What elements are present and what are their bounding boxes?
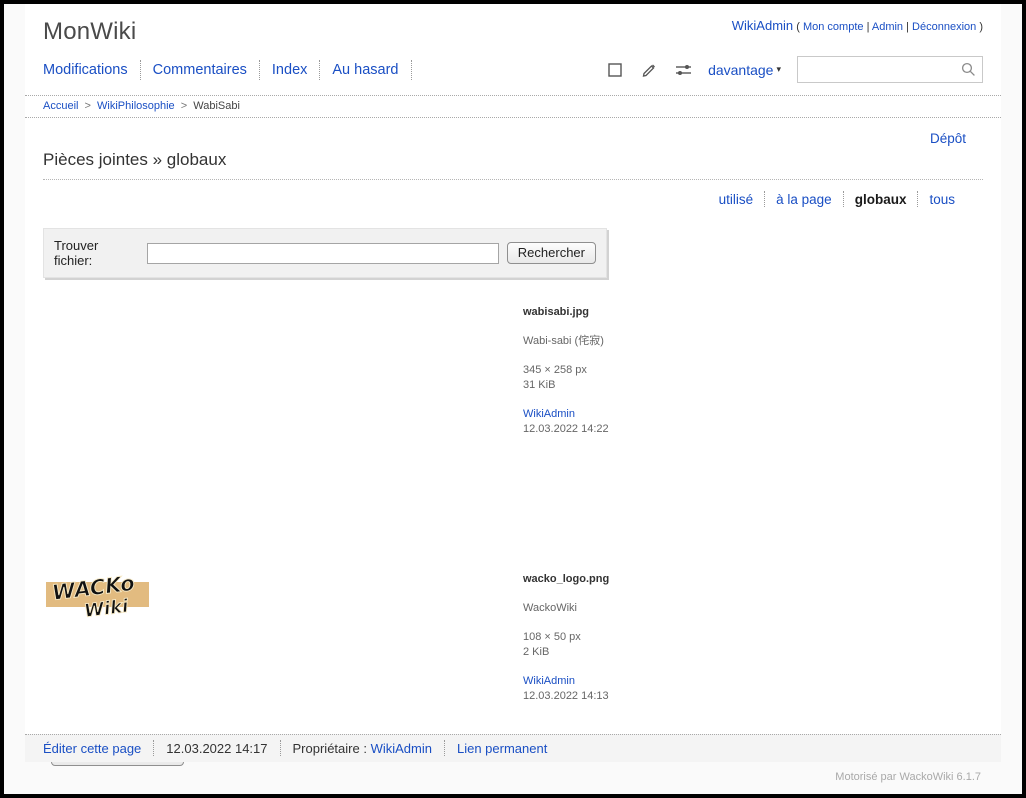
tab-a-la-page[interactable]: à la page <box>765 192 843 207</box>
nav-item-index[interactable]: Index <box>260 62 319 78</box>
file-dimensions: 108 × 50 px <box>523 631 581 643</box>
file-description: WackoWiki <box>523 602 577 614</box>
upload-date: 12.03.2022 14:22 <box>523 423 609 435</box>
search-box <box>797 56 983 83</box>
page-title: Pièces jointes » globaux <box>43 150 983 180</box>
select-checkbox-icon[interactable] <box>606 61 624 79</box>
search-icon[interactable] <box>961 62 976 77</box>
filter-tabs: utilisé à la page globaux tous <box>43 191 966 207</box>
wabisabi-image[interactable] <box>43 302 388 557</box>
paren: ( <box>796 21 800 33</box>
owner-item: Propriétaire : WikiAdmin <box>281 741 444 756</box>
file-size: 2 KiB <box>523 646 550 658</box>
file-details: wacko_logo.png WackoWiki 108 × 50 px 2 K… <box>523 569 609 704</box>
chevron-down-icon: ▾ <box>776 64 781 74</box>
tab-tous[interactable]: tous <box>918 192 966 207</box>
uploader-link[interactable]: WikiAdmin <box>523 407 609 422</box>
find-file-input[interactable] <box>146 242 499 264</box>
file-size: 31 KiB <box>523 379 556 391</box>
nav-controls: davantage ▾ <box>606 56 983 83</box>
file-name: wacko_logo.png <box>523 573 610 585</box>
main-content: Dépôt Pièces jointes » globaux utilisé à… <box>25 131 1001 766</box>
page-background: MonWiki WikiAdmin ( Mon compte | Admin |… <box>4 4 1022 794</box>
wacko-logo-image[interactable]: WACKo Wiki <box>43 569 151 619</box>
file-row-wabisabi: wabisabi.jpg Wabi-sabi (侘寂) 345 × 258 px… <box>43 302 983 557</box>
owner-label: Propriétaire : <box>292 740 367 756</box>
my-account-link[interactable]: Mon compte <box>803 21 864 33</box>
search-button[interactable]: Rechercher <box>506 242 596 264</box>
file-name: wabisabi.jpg <box>523 306 590 318</box>
current-user-link[interactable]: WikiAdmin <box>732 18 793 33</box>
nav-item-commentaires[interactable]: Commentaires <box>141 62 259 78</box>
owner-link[interactable]: WikiAdmin <box>371 741 432 756</box>
find-file-label: Trouver fichier: <box>54 238 99 268</box>
breadcrumb-current: WabiSabi <box>193 100 240 112</box>
depot-link[interactable]: Dépôt <box>930 131 966 146</box>
breadcrumb-separator: > <box>84 100 91 112</box>
breadcrumb-accueil[interactable]: Accueil <box>43 100 78 112</box>
breadcrumb: Accueil > WikiPhilosophie > WabiSabi <box>25 96 1001 118</box>
site-search-input[interactable] <box>797 56 983 83</box>
logout-link[interactable]: Déconnexion <box>912 21 976 33</box>
header: MonWiki WikiAdmin ( Mon compte | Admin |… <box>25 4 1001 46</box>
nav-links: Modifications Commentaires Index Au hasa… <box>43 59 440 80</box>
settings-sliders-icon[interactable] <box>674 61 692 79</box>
tab-utilise[interactable]: utilisé <box>708 192 765 207</box>
permalink-link[interactable]: Lien permanent <box>445 741 559 756</box>
file-row-wacko-logo: WACKo Wiki wacko_logo.png WackoWiki 108 … <box>43 569 983 704</box>
more-label: davantage <box>708 61 774 78</box>
site-title: MonWiki <box>43 18 137 45</box>
nav-item-modifications[interactable]: Modifications <box>43 62 140 78</box>
file-dimensions: 345 × 258 px <box>523 364 587 376</box>
nav-item-au-hasard[interactable]: Au hasard <box>320 62 410 78</box>
footer-bar: Éditer cette page 12.03.2022 14:17 Propr… <box>25 734 1001 762</box>
nav-bar: Modifications Commentaires Index Au hasa… <box>25 46 1001 96</box>
uploader-link[interactable]: WikiAdmin <box>523 674 609 689</box>
file-description: Wabi-sabi (侘寂) <box>523 335 604 347</box>
breadcrumb-separator: > <box>180 100 188 112</box>
tab-globaux-active[interactable]: globaux <box>844 192 918 207</box>
repo-row: Dépôt <box>43 131 966 146</box>
paren: ) <box>979 21 983 33</box>
wiki-page: MonWiki WikiAdmin ( Mon compte | Admin |… <box>25 4 1001 766</box>
find-file-panel: Trouver fichier: Rechercher <box>43 228 607 278</box>
file-details: wabisabi.jpg Wabi-sabi (侘寂) 345 × 258 px… <box>523 302 609 557</box>
file-thumbnail-cell: WACKo Wiki <box>43 569 523 704</box>
more-dropdown[interactable]: davantage ▾ <box>708 62 781 78</box>
separator: | <box>866 21 870 33</box>
user-bar: WikiAdmin ( Mon compte | Admin | Déconne… <box>732 18 983 46</box>
last-modified-timestamp: 12.03.2022 14:17 <box>166 740 268 756</box>
separator: | <box>906 21 909 33</box>
edit-pencil-icon[interactable] <box>640 61 658 79</box>
breadcrumb-wikiphilosophie[interactable]: WikiPhilosophie <box>97 100 175 112</box>
edit-page-link[interactable]: Éditer cette page <box>43 741 153 756</box>
file-thumbnail-cell <box>43 302 523 557</box>
admin-link[interactable]: Admin <box>872 21 903 33</box>
bookmark-icon[interactable] <box>412 61 440 79</box>
upload-date: 12.03.2022 14:13 <box>523 690 609 702</box>
